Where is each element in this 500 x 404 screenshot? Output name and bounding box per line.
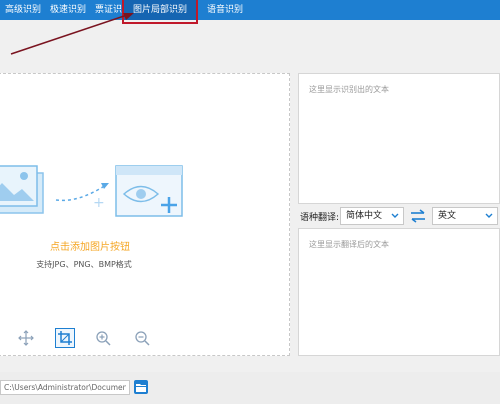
annotation-highlight-box: [122, 0, 198, 24]
recognized-text-placeholder: 这里显示识别出的文本: [309, 85, 389, 94]
crop-icon: [58, 331, 72, 345]
target-language-value: 英文: [438, 211, 457, 221]
recognized-text-area[interactable]: 这里显示识别出的文本: [298, 73, 500, 204]
translation-label: 语种翻译:: [300, 213, 340, 223]
chevron-down-icon: [391, 213, 399, 218]
move-icon: [18, 330, 34, 346]
move-tool-button[interactable]: [16, 328, 36, 348]
translation-language-row: 语种翻译: 简体中文 英文: [298, 206, 500, 226]
zoom-out-button[interactable]: [132, 328, 152, 348]
translated-text-placeholder: 这里显示翻译后的文本: [309, 240, 389, 249]
top-tab-bar: 高级识别 极速识别 票证识别 图片局部识别 语音识别: [0, 0, 500, 20]
translated-text-area[interactable]: 这里显示翻译后的文本: [298, 228, 500, 356]
chevron-down-icon: [485, 213, 493, 218]
preview-eye-icon: [115, 165, 183, 217]
supported-formats-text: 支持JPG、PNG、BMP格式: [36, 260, 132, 269]
target-language-select[interactable]: 英文: [432, 207, 498, 225]
folder-icon: [136, 383, 146, 392]
image-placeholder-icon: [0, 165, 44, 214]
source-language-select[interactable]: 简体中文: [340, 207, 404, 225]
tab-advanced-recognition[interactable]: 高级识别: [5, 0, 41, 20]
swap-languages-icon[interactable]: [410, 209, 426, 223]
source-language-value: 简体中文: [346, 211, 383, 221]
output-path-field[interactable]: [0, 380, 130, 395]
add-image-hint[interactable]: 点击添加图片按钮: [0, 238, 180, 253]
tab-voice-recognition[interactable]: 语音识别: [207, 0, 243, 20]
zoom-in-icon: [96, 331, 111, 346]
crop-tool-button[interactable]: [55, 328, 75, 348]
svg-text:+: +: [93, 195, 105, 211]
zoom-out-icon: [135, 331, 150, 346]
upload-illustration[interactable]: +: [0, 163, 200, 225]
browse-folder-button[interactable]: [134, 380, 148, 394]
zoom-in-button[interactable]: [93, 328, 113, 348]
tab-fast-recognition[interactable]: 极速识别: [50, 0, 86, 20]
